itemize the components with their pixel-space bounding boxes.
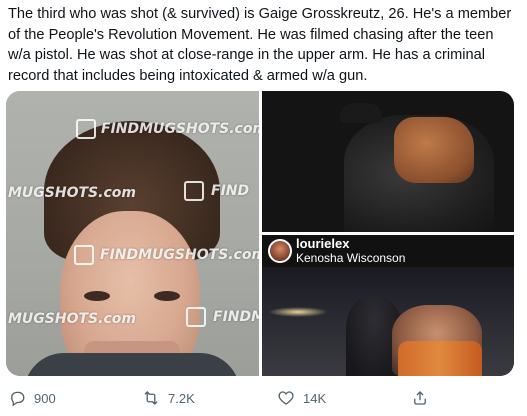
watermark-text: FINDM: [213, 309, 259, 325]
reply-icon: [11, 391, 25, 407]
watermark-text: FINDMUGSHOTS.com: [101, 121, 259, 137]
retweet-icon: [144, 391, 158, 405]
backpack: [394, 117, 474, 183]
mugshot-photo[interactable]: FINDMUGSHOTS.com MUGSHOTS.com FIND FINDM…: [6, 91, 259, 376]
share-button[interactable]: [411, 385, 429, 411]
retweet-count: 7.2K: [168, 390, 195, 406]
watermark-text: FIND: [211, 183, 250, 199]
like-button[interactable]: 14K: [277, 385, 326, 411]
retweet-button[interactable]: 7.2K: [142, 385, 195, 411]
like-count: 14K: [303, 390, 327, 406]
night-chase-photo[interactable]: [262, 91, 514, 232]
instagram-username: lourielex: [296, 236, 350, 251]
tweet-text: The third who was shot (& survived) is G…: [8, 6, 512, 84]
watermark-text: FINDMUGSHOTS.com: [100, 247, 259, 263]
avatar: [268, 239, 292, 263]
tweet-actions: 900 7.2K 14K: [0, 385, 527, 411]
reply-count: 900: [34, 390, 56, 406]
instagram-header: lourielex Kenosha Wisconson: [262, 235, 514, 267]
instagram-photo[interactable]: lourielex Kenosha Wisconson: [262, 235, 514, 376]
heart-icon: [278, 391, 294, 405]
watermark-camera-icon: [184, 181, 204, 201]
watermark-camera-icon: [76, 119, 96, 139]
watermark-camera-icon: [186, 307, 206, 327]
watermark-text: MUGSHOTS.com: [8, 311, 136, 327]
instagram-location: Kenosha Wisconson: [296, 251, 406, 265]
watermark-text: MUGSHOTS.com: [8, 185, 136, 201]
share-icon: [414, 391, 426, 405]
reply-button[interactable]: 900: [8, 385, 56, 411]
watermark-camera-icon: [74, 245, 94, 265]
media-grid[interactable]: FINDMUGSHOTS.com MUGSHOTS.com FIND FINDM…: [6, 91, 514, 376]
